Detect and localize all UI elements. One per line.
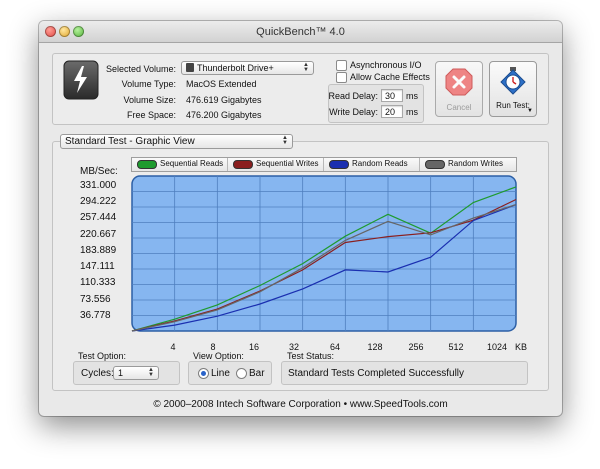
line-radio-label: Line bbox=[211, 368, 230, 379]
delay-box bbox=[328, 84, 424, 123]
cancel-button-label: Cancel bbox=[446, 103, 472, 112]
chart-ylabel: MB/Sec: bbox=[80, 166, 118, 177]
async-io-checkbox[interactable] bbox=[336, 60, 347, 71]
volume-select-value: Thunderbolt Drive+ bbox=[197, 63, 274, 73]
legend-label: Random Writes bbox=[448, 159, 503, 168]
copyright-footer: © 2000–2008 Intech Software Corporation … bbox=[153, 399, 448, 410]
x-tick-label: 512 bbox=[448, 342, 464, 352]
test-status-value: Standard Tests Completed Successfully bbox=[288, 368, 465, 379]
popup-arrows-icon: ▲ ▼ bbox=[282, 135, 288, 146]
y-tick-label: 73.556 bbox=[80, 294, 111, 305]
cycles-label: Cycles: bbox=[81, 368, 114, 379]
stop-icon bbox=[445, 68, 473, 96]
x-tick-label: 128 bbox=[367, 342, 383, 352]
allow-cache-checkbox[interactable] bbox=[336, 72, 347, 83]
y-tick-label: 147.111 bbox=[80, 261, 115, 272]
y-tick-label: 331.000 bbox=[80, 180, 117, 191]
legend-swatch bbox=[425, 160, 445, 169]
view-mode-value: Standard Test - Graphic View bbox=[65, 136, 195, 147]
thunderbolt-drive-icon bbox=[62, 60, 100, 100]
x-tick-label: 256 bbox=[408, 342, 424, 352]
test-option-label: Test Option: bbox=[78, 351, 127, 361]
run-test-button[interactable]: Run Test: ▼ bbox=[489, 61, 537, 117]
y-tick-label: 36.778 bbox=[80, 310, 111, 321]
y-tick-label: 294.222 bbox=[80, 196, 117, 207]
y-tick-label: 257.444 bbox=[80, 212, 117, 223]
legend-item-random-writes: Random Writes bbox=[420, 158, 516, 171]
chart-legend: Sequential Reads Sequential Writes Rando… bbox=[131, 157, 517, 172]
cycles-select[interactable]: 1 ▲ ▼ bbox=[113, 366, 159, 380]
write-delay-input[interactable]: 20 bbox=[381, 105, 403, 118]
volume-type-value: MacOS Extended bbox=[186, 79, 257, 89]
legend-item-sequential-writes: Sequential Writes bbox=[228, 158, 324, 171]
stopwatch-icon bbox=[500, 67, 526, 95]
volume-size-label: Volume Size: bbox=[123, 95, 176, 105]
legend-label: Sequential Writes bbox=[256, 159, 319, 168]
read-delay-label: Read Delay: bbox=[328, 91, 378, 101]
write-delay-unit: ms bbox=[406, 107, 418, 117]
legend-swatch bbox=[233, 160, 253, 169]
legend-item-sequential-reads: Sequential Reads bbox=[132, 158, 228, 171]
volume-type-label: Volume Type: bbox=[121, 79, 176, 89]
volume-select[interactable]: Thunderbolt Drive+ ▲ ▼ bbox=[181, 61, 314, 75]
line-radio[interactable] bbox=[198, 368, 209, 379]
popup-arrows-icon: ▲ ▼ bbox=[303, 62, 309, 73]
volume-size-value: 476.619 Gigabytes bbox=[186, 95, 262, 105]
performance-chart bbox=[131, 175, 517, 332]
selected-volume-label: Selected Volume: bbox=[105, 64, 176, 74]
read-delay-input[interactable]: 30 bbox=[381, 89, 403, 102]
x-tick-label: 1024 bbox=[486, 342, 508, 352]
write-delay-label: Write Delay: bbox=[329, 107, 378, 117]
legend-label: Random Reads bbox=[352, 159, 408, 168]
legend-swatch bbox=[329, 160, 349, 169]
cancel-button[interactable]: Cancel bbox=[435, 61, 483, 117]
bar-radio[interactable] bbox=[236, 368, 247, 379]
test-status-label: Test Status: bbox=[287, 351, 335, 361]
view-option-label: View Option: bbox=[193, 351, 244, 361]
legend-item-random-reads: Random Reads bbox=[324, 158, 420, 171]
legend-label: Sequential Reads bbox=[160, 159, 224, 168]
bar-radio-label: Bar bbox=[249, 368, 265, 379]
cycles-value: 1 bbox=[118, 368, 124, 378]
async-io-label: Asynchronous I/O bbox=[350, 60, 422, 70]
x-axis-unit: KB bbox=[515, 342, 528, 352]
read-delay-unit: ms bbox=[406, 91, 418, 101]
y-tick-label: 220.667 bbox=[80, 229, 117, 240]
allow-cache-label: Allow Cache Effects bbox=[350, 72, 430, 82]
free-space-value: 476.200 Gigabytes bbox=[186, 110, 262, 120]
popup-arrows-icon: ▲ ▼ bbox=[148, 367, 154, 378]
x-tick-label: 4 bbox=[170, 342, 176, 352]
view-mode-select[interactable]: Standard Test - Graphic View ▲ ▼ bbox=[60, 134, 293, 149]
window-title: QuickBench™ 4.0 bbox=[256, 26, 345, 38]
y-tick-label: 110.333 bbox=[80, 277, 116, 288]
free-space-label: Free Space: bbox=[126, 110, 176, 120]
legend-swatch bbox=[137, 160, 157, 169]
title-bar: QuickBench™ 4.0 bbox=[39, 21, 562, 43]
run-test-menu-arrow-icon[interactable]: ▼ bbox=[527, 108, 533, 114]
y-tick-label: 183.889 bbox=[80, 245, 117, 256]
disk-icon bbox=[186, 63, 194, 72]
